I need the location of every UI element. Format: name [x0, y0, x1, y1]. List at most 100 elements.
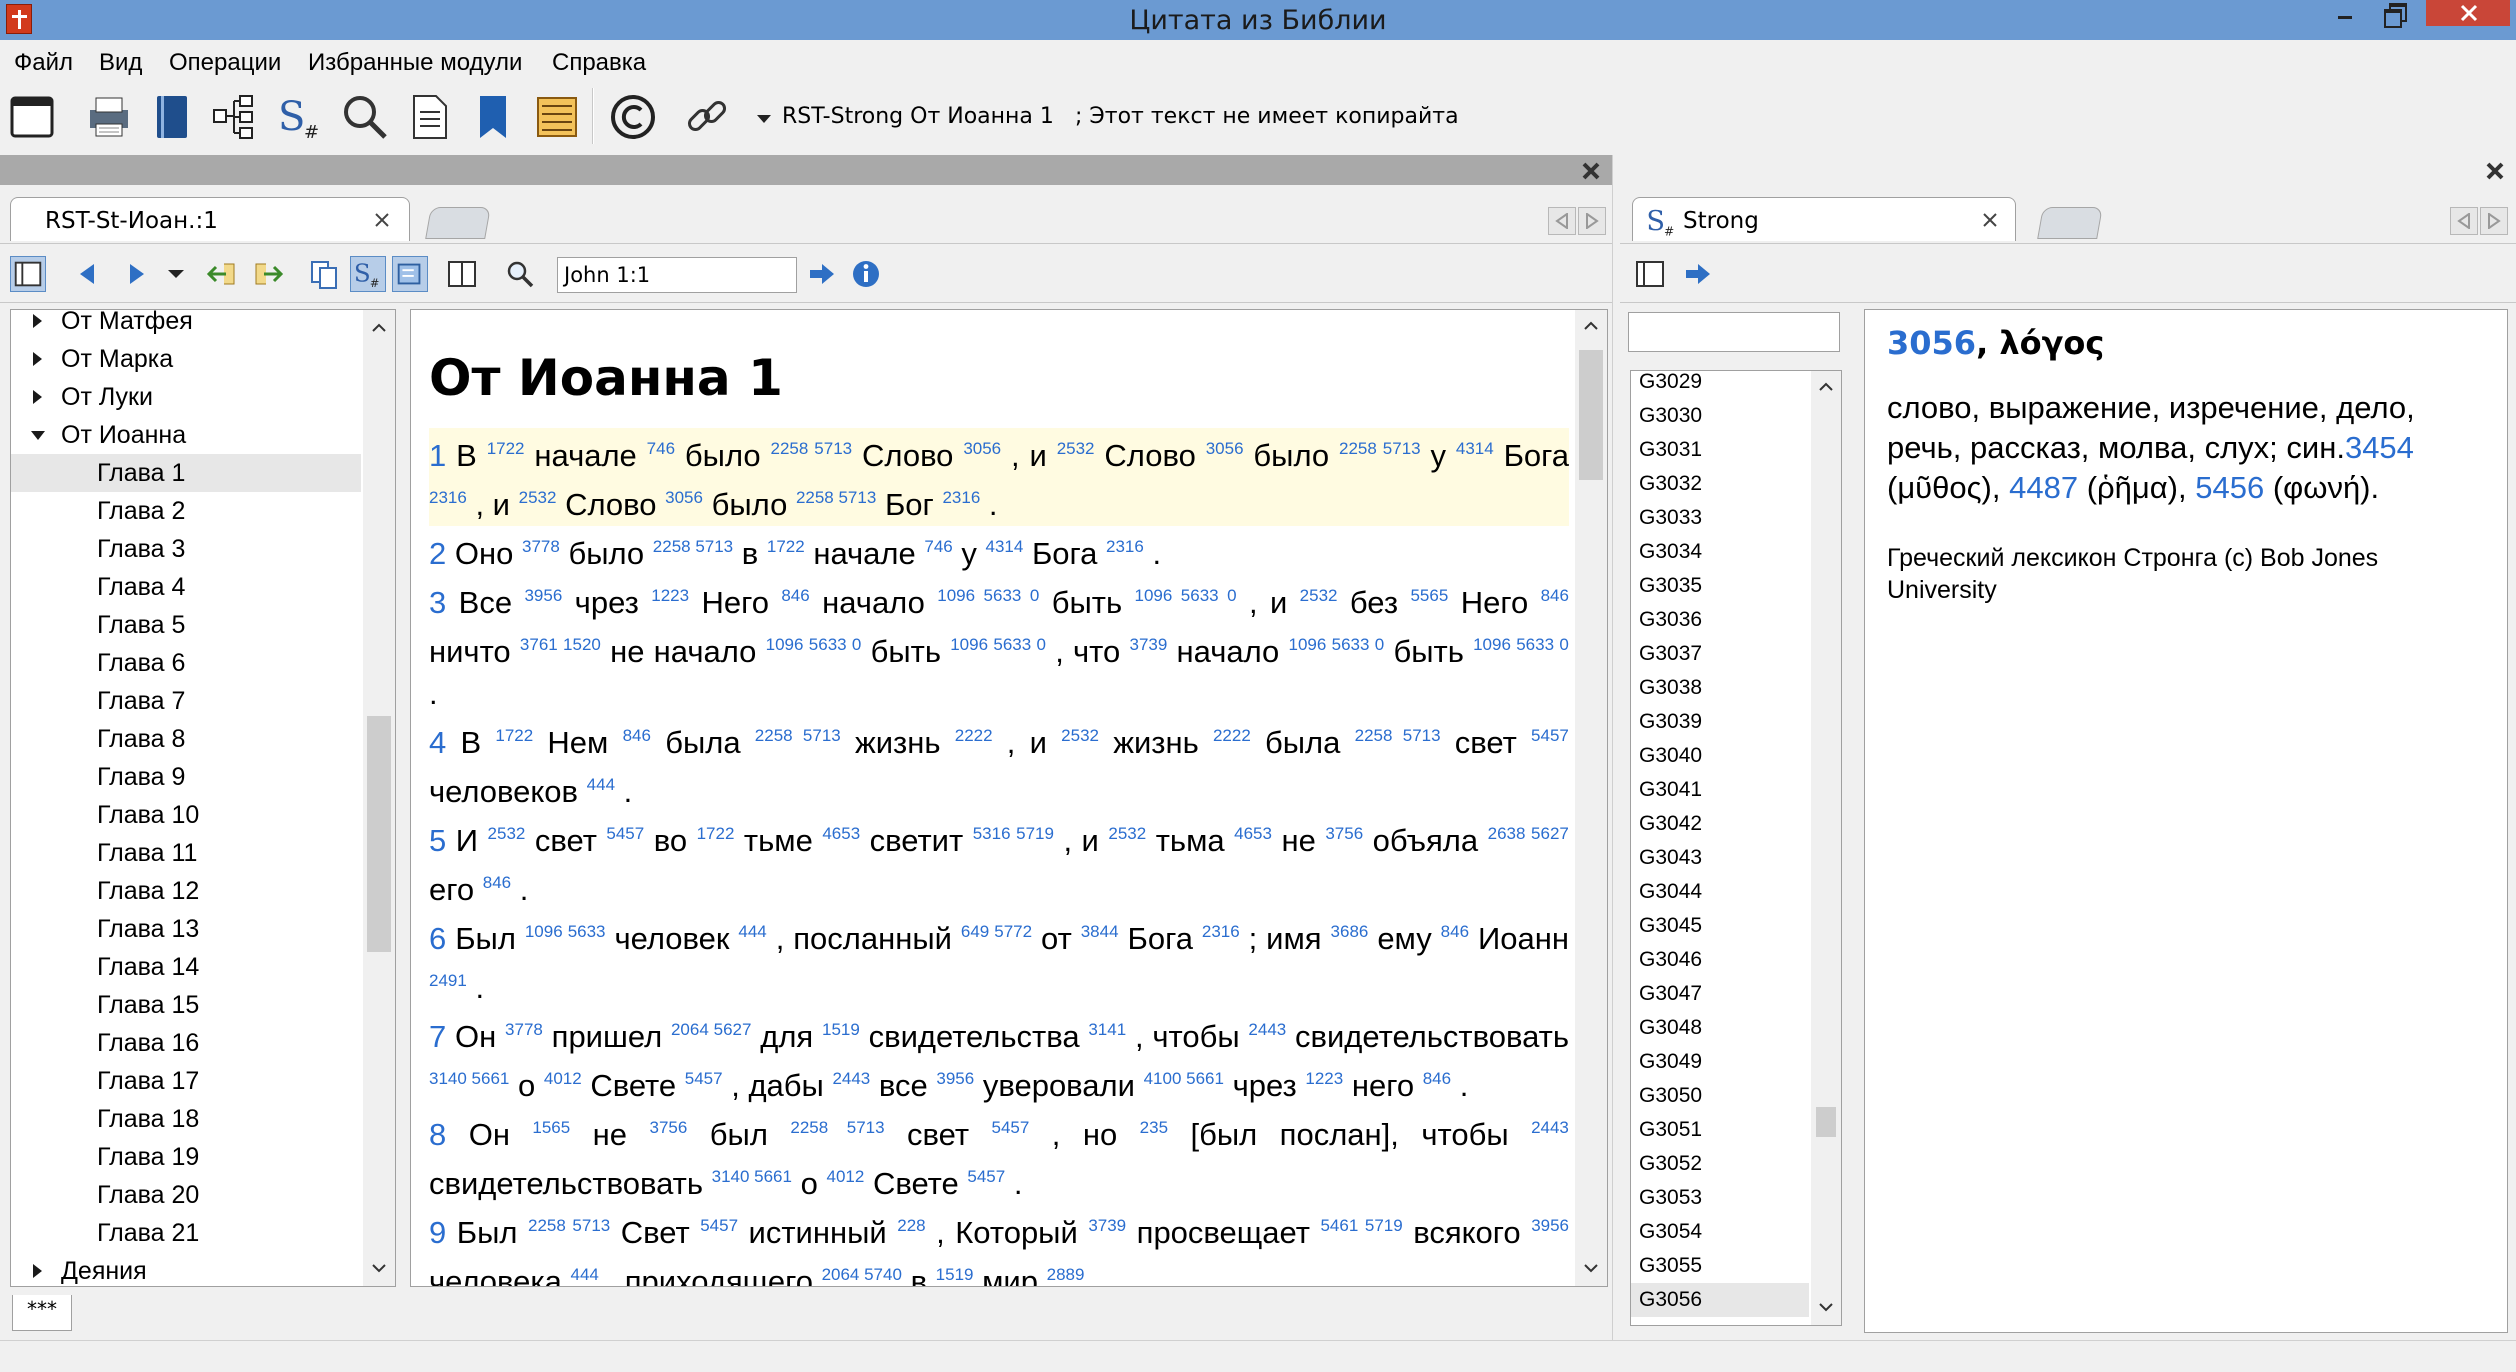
strong-list-item[interactable]: G3037: [1639, 637, 1809, 671]
tree-chapter[interactable]: Глава 16: [11, 1024, 361, 1062]
forward-icon[interactable]: [118, 256, 154, 292]
chevron-up-icon[interactable]: [1818, 379, 1834, 395]
strong-number-link[interactable]: 1519: [936, 1265, 974, 1284]
chevron-up-icon[interactable]: [371, 320, 387, 336]
tree-book-open[interactable]: От Иоанна: [11, 416, 361, 454]
tree-icon[interactable]: [210, 92, 260, 142]
tab-strong[interactable]: S # Strong: [1632, 197, 2016, 241]
tree-book[interactable]: От Матфея: [11, 310, 361, 340]
strong-number-link[interactable]: 2532: [1108, 824, 1146, 843]
strong-number-link[interactable]: 3140 5661: [712, 1167, 792, 1186]
book-icon[interactable]: [148, 92, 198, 142]
verse-number[interactable]: 8: [429, 1117, 446, 1152]
strong-number-link[interactable]: 2532: [1300, 586, 1338, 605]
strong-number-link[interactable]: 2316: [942, 488, 980, 507]
tab-scroll-left[interactable]: [1548, 207, 1576, 235]
tree-chapter[interactable]: Глава 17: [11, 1062, 361, 1100]
verse[interactable]: 9 Был 2258 5713 Свет 5457 истинный 228 ,…: [429, 1205, 1569, 1286]
strong-number-link[interactable]: 2064 5740: [822, 1265, 902, 1284]
verse-number[interactable]: 1: [429, 438, 446, 473]
strong-number-link[interactable]: 2316: [429, 488, 467, 507]
copy-icon[interactable]: [306, 256, 342, 292]
strong-list-item[interactable]: G3029: [1639, 371, 1809, 399]
verse-number[interactable]: 2: [429, 536, 446, 571]
minimize-button[interactable]: [2322, 0, 2368, 26]
new-tab-button[interactable]: [425, 207, 491, 239]
strong-number-link[interactable]: 846: [1541, 586, 1569, 605]
strong-number-link[interactable]: 2316: [1202, 922, 1240, 941]
strong-number-link[interactable]: 746: [647, 439, 675, 458]
verse-number[interactable]: 6: [429, 921, 446, 956]
tree-chapter[interactable]: Глава 14: [11, 948, 361, 986]
strong-number-link[interactable]: 3761 1520: [520, 635, 601, 654]
tree-chapter[interactable]: Глава 21: [11, 1214, 361, 1252]
tree-book[interactable]: От Луки: [11, 378, 361, 416]
toggle-list-icon[interactable]: [1632, 256, 1668, 292]
verse[interactable]: 5 И 2532 свет 5457 во 1722 тьме 4653 све…: [429, 813, 1569, 911]
verse-number[interactable]: 3: [429, 585, 446, 620]
tree-chapter[interactable]: Глава 15: [11, 986, 361, 1024]
strong-number-link[interactable]: 2638 5627: [1488, 824, 1569, 843]
strong-number-link[interactable]: 2532: [519, 488, 557, 507]
strong-number-link[interactable]: 3956: [1531, 1216, 1569, 1235]
strong-number-link[interactable]: 1223: [1305, 1069, 1343, 1088]
strong-number-link[interactable]: 2222: [1213, 726, 1251, 745]
bookmark-icon[interactable]: [468, 92, 518, 142]
strong-number-link[interactable]: 3956: [936, 1069, 974, 1088]
strong-number-link[interactable]: 228: [897, 1216, 925, 1235]
strong-number-link[interactable]: 2064 5627: [671, 1020, 752, 1039]
tree-chapter[interactable]: Глава 1: [11, 454, 361, 492]
strong-number-link[interactable]: 1223: [651, 586, 689, 605]
strong-number-link[interactable]: 3056: [1206, 439, 1244, 458]
tree-chapter[interactable]: Глава 19: [11, 1138, 361, 1176]
close-tab-icon[interactable]: [1981, 211, 1999, 229]
tree-chapter[interactable]: Глава 5: [11, 606, 361, 644]
strong-number-link[interactable]: 2258 5713: [528, 1216, 610, 1235]
tab-bible-text[interactable]: RST-St-Иоан.:1: [10, 197, 410, 241]
info-icon[interactable]: [848, 256, 884, 292]
strong-number-link[interactable]: 2491: [429, 971, 467, 990]
go-arrow-icon[interactable]: [804, 256, 840, 292]
strong-list-item[interactable]: G3038: [1639, 671, 1809, 705]
tree-chapter[interactable]: Глава 6: [11, 644, 361, 682]
pane-splitter[interactable]: [1612, 155, 1620, 1340]
close-pane-icon[interactable]: [2484, 160, 2506, 182]
strong-number-link[interactable]: 444: [571, 1265, 599, 1284]
verse-number[interactable]: 7: [429, 1019, 446, 1054]
copyright-icon[interactable]: [608, 92, 658, 142]
strong-number-link[interactable]: 1096 5633: [525, 922, 606, 941]
strong-link[interactable]: 4487: [2009, 470, 2078, 505]
strong-number-link[interactable]: 2258 5713: [653, 537, 733, 556]
split-view-icon[interactable]: [444, 256, 480, 292]
strong-list-item[interactable]: G3030: [1639, 399, 1809, 433]
tree-chapter[interactable]: Глава 10: [11, 796, 361, 834]
strong-number-link[interactable]: 5565: [1410, 586, 1448, 605]
strong-number-link[interactable]: 2258 5713: [1355, 726, 1441, 745]
menu-favorite-modules[interactable]: Избранные модули: [308, 49, 522, 77]
strong-number-link[interactable]: 5457: [700, 1216, 738, 1235]
chevron-down-icon[interactable]: [371, 1260, 387, 1276]
menu-operations[interactable]: Операции: [169, 49, 281, 77]
verse-number[interactable]: 9: [429, 1215, 446, 1250]
strong-number-link[interactable]: 3140 5661: [429, 1069, 509, 1088]
sync-icon[interactable]: [392, 256, 428, 292]
strong-number-link[interactable]: 2258 5713: [755, 726, 841, 745]
strong-number-link[interactable]: 846: [1441, 922, 1469, 941]
strong-number-link[interactable]: 746: [924, 537, 952, 556]
strong-list-item[interactable]: G3033: [1639, 501, 1809, 535]
menu-file[interactable]: Файл: [14, 49, 73, 77]
strong-number-link[interactable]: 2443: [1531, 1118, 1569, 1137]
strong-number-link[interactable]: 1565: [532, 1118, 570, 1137]
tree-chapter[interactable]: Глава 4: [11, 568, 361, 606]
verse[interactable]: 2 Оно 3778 было 2258 5713 в 1722 начале …: [429, 526, 1569, 575]
strong-number-link[interactable]: 846: [623, 726, 651, 745]
verse[interactable]: 7 Он 3778 пришел 2064 5627 для 1519 свид…: [429, 1009, 1569, 1107]
tree-chapter[interactable]: Глава 18: [11, 1100, 361, 1138]
verse[interactable]: 1 В 1722 началe 746 было 2258 5713 Слово…: [429, 428, 1569, 526]
verse-number[interactable]: 4: [429, 725, 446, 760]
strong-number-link[interactable]: 3956: [524, 586, 562, 605]
strong-number-link[interactable]: 2443: [1248, 1020, 1286, 1039]
strong-number-link[interactable]: 3756: [1325, 824, 1363, 843]
tree-chapter[interactable]: Глава 8: [11, 720, 361, 758]
strong-number-link[interactable]: 3756: [650, 1118, 688, 1137]
